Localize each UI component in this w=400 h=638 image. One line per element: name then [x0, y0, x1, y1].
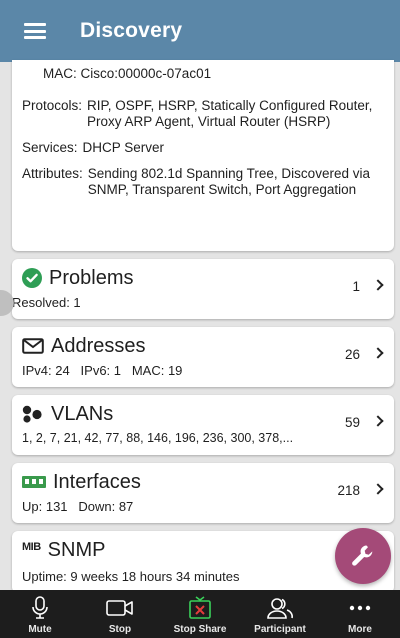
stop-video-label: Stop: [108, 624, 132, 635]
stop-video-button[interactable]: Stop: [80, 590, 160, 638]
participants-button[interactable]: Participant: [240, 590, 320, 638]
chevron-right-icon: [372, 279, 384, 291]
vlans-count: 59: [344, 415, 360, 430]
services-row: Services: DHCP Server: [22, 140, 384, 156]
vlans-title: VLANs: [51, 403, 114, 425]
addresses-title: Addresses: [51, 335, 146, 357]
mute-button[interactable]: Mute: [0, 590, 80, 638]
mib-icon: MIB: [22, 541, 41, 553]
attributes-label: Attributes:: [22, 166, 83, 181]
interfaces-summary: Up: 131 Down: 87: [22, 499, 134, 514]
wrench-icon: [352, 545, 373, 566]
participants-label: Participant: [254, 624, 306, 635]
device-details-card: MAC: Cisco:00000c-07ac01 Protocols: RIP,…: [12, 60, 394, 251]
interfaces-title: Interfaces: [53, 471, 141, 493]
services-label: Services:: [22, 140, 78, 155]
ethernet-port-icon: [22, 476, 46, 488]
protocols-value: RIP, OSPF, HSRP, Statically Configured R…: [87, 98, 373, 129]
chevron-right-icon: [372, 483, 384, 495]
problems-count: 1: [352, 279, 360, 294]
addresses-count: 26: [344, 347, 360, 362]
problems-title: Problems: [49, 267, 134, 289]
vlan-dots-icon: [22, 405, 44, 423]
mail-icon: [22, 338, 44, 354]
hamburger-icon[interactable]: [24, 23, 46, 39]
more-dots-icon: [349, 605, 371, 611]
video-camera-icon: [106, 600, 133, 616]
addresses-summary: IPv4: 24 IPv6: 1 MAC: 19: [22, 363, 183, 378]
app-bar: Discovery: [0, 0, 400, 62]
vlans-list: 1, 2, 7, 21, 42, 77, 88, 146, 196, 236, …: [22, 431, 294, 445]
protocols-label: Protocols:: [22, 98, 83, 113]
snmp-uptime: Uptime: 9 weeks 18 hours 34 minutes: [22, 569, 240, 584]
page-title: Discovery: [80, 19, 183, 42]
microphone-icon: [32, 596, 48, 619]
attributes-row: Attributes: Sending 802.1d Spanning Tree…: [22, 166, 384, 198]
snmp-title: SNMP: [47, 539, 106, 561]
problems-card[interactable]: Problems Resolved: 1 1: [12, 259, 394, 319]
interfaces-card[interactable]: Interfaces Up: 131 Down: 87 218: [12, 463, 394, 523]
participants-icon: [267, 598, 293, 619]
services-value: DHCP Server: [82, 140, 165, 155]
more-label: More: [348, 624, 372, 635]
check-circle-icon: [22, 268, 42, 288]
chevron-right-icon: [372, 415, 384, 427]
problems-resolved: Resolved: 1: [12, 295, 81, 310]
meeting-toolbar: Mute Stop Stop Share Participant More: [0, 590, 400, 638]
attributes-value: Sending 802.1d Spanning Tree, Discovered…: [87, 166, 370, 197]
stop-share-label: Stop Share: [173, 624, 227, 635]
wrench-fab-button[interactable]: [335, 528, 391, 584]
chevron-right-icon: [372, 347, 384, 359]
interfaces-count: 218: [337, 483, 360, 498]
addresses-card[interactable]: Addresses IPv4: 24 IPv6: 1 MAC: 19 26: [12, 327, 394, 387]
mac-address: MAC: Cisco:00000c-07ac01: [43, 66, 212, 81]
protocols-row: Protocols: RIP, OSPF, HSRP, Statically C…: [22, 98, 384, 130]
mute-label: Mute: [28, 624, 52, 635]
stop-share-icon: [189, 596, 211, 619]
vlans-card[interactable]: VLANs 1, 2, 7, 21, 42, 77, 88, 146, 196,…: [12, 395, 394, 455]
stop-share-button[interactable]: Stop Share: [160, 590, 240, 638]
more-button[interactable]: More: [320, 590, 400, 638]
